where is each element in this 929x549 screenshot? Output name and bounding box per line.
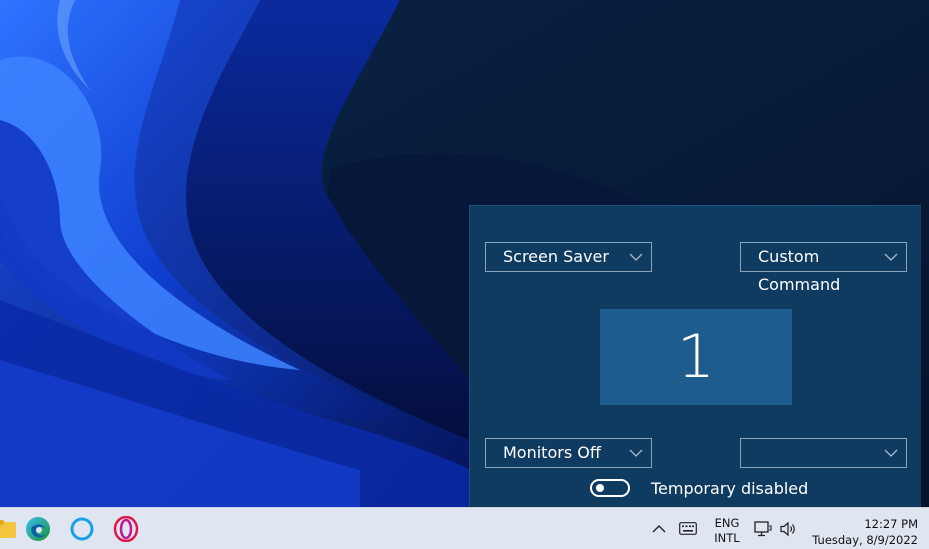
- taskbar: ENG INTL 12:27 PM Tuesday, 8/9/2022: [0, 507, 929, 549]
- top-left-action-value: Screen Saver: [503, 247, 609, 266]
- monitor-preview: 1: [600, 309, 792, 405]
- hot-corners-panel: Screen Saver Custom Command 1 Monitors O…: [469, 205, 921, 507]
- file-explorer-icon[interactable]: [0, 516, 18, 542]
- language-code: ENG: [714, 516, 740, 530]
- volume-icon[interactable]: [779, 521, 797, 537]
- network-icon[interactable]: [754, 521, 772, 537]
- keyboard-layout: INTL: [714, 531, 740, 545]
- clock[interactable]: 12:27 PM Tuesday, 8/9/2022: [802, 516, 918, 548]
- clock-date: Tuesday, 8/9/2022: [812, 533, 918, 547]
- cortana-icon[interactable]: [69, 516, 95, 542]
- chevron-up-icon[interactable]: [652, 524, 666, 534]
- clock-time: 12:27 PM: [864, 517, 918, 531]
- top-right-action-dropdown[interactable]: Custom Command: [740, 242, 907, 294]
- temporary-disable-toggle[interactable]: [590, 479, 630, 497]
- toggle-knob: [596, 484, 604, 492]
- top-left-action-dropdown[interactable]: Screen Saver: [485, 242, 652, 272]
- bottom-left-action-dropdown[interactable]: Monitors Off: [485, 438, 652, 468]
- language-indicator[interactable]: ENG INTL: [709, 516, 745, 546]
- chevron-down-icon: [884, 253, 898, 261]
- chevron-down-icon: [629, 449, 643, 457]
- top-right-action-value: Custom Command: [758, 247, 841, 294]
- chevron-down-icon: [629, 253, 643, 261]
- temporary-disable-label: Temporary disabled: [651, 478, 809, 498]
- bottom-left-action-value: Monitors Off: [503, 443, 601, 462]
- bottom-right-action-dropdown[interactable]: [740, 438, 907, 468]
- temporary-disable-row: Temporary disabled: [590, 476, 808, 500]
- keyboard-icon[interactable]: [679, 522, 697, 535]
- opera-icon[interactable]: [113, 516, 139, 542]
- chevron-down-icon: [884, 449, 898, 457]
- monitor-number: 1: [676, 322, 716, 392]
- edge-icon[interactable]: [25, 516, 51, 542]
